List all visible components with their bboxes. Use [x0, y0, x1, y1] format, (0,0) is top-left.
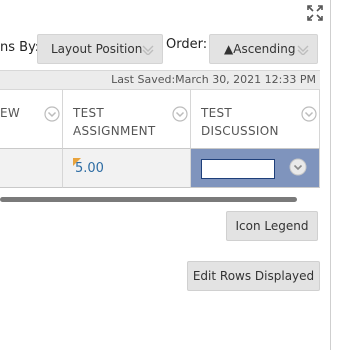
- grade-input[interactable]: [201, 159, 275, 179]
- column-menu-icon[interactable]: [301, 106, 317, 122]
- columns-by-select[interactable]: Layout Position: [37, 34, 163, 64]
- grade-cell-test-discussion[interactable]: [191, 148, 320, 188]
- grade-value: 5.00: [75, 161, 104, 176]
- icon-legend-button[interactable]: Icon Legend: [226, 211, 318, 241]
- column-header-test-discussion[interactable]: TEST DISCUSSION: [191, 90, 320, 148]
- column-header-test-assignment[interactable]: TEST ASSIGNMENT: [63, 90, 191, 148]
- chevron-down-icon: [142, 45, 154, 55]
- order-select[interactable]: ▲Ascending: [209, 34, 318, 64]
- columns-by-label: ns By:: [0, 40, 40, 55]
- expand-icon[interactable]: [306, 4, 324, 22]
- edit-rows-displayed-button[interactable]: Edit Rows Displayed: [187, 261, 320, 291]
- column-header-label: TEST ASSIGNMENT: [73, 106, 156, 138]
- last-saved-status: Last Saved:March 30, 2021 12:33 PM: [0, 70, 320, 90]
- column-header[interactable]: EW: [0, 90, 63, 148]
- order-value: ▲Ascending: [224, 42, 296, 56]
- order-label: Order:: [166, 37, 208, 52]
- column-menu-icon[interactable]: [172, 106, 188, 122]
- column-menu-icon[interactable]: [44, 106, 60, 122]
- cell-menu-icon[interactable]: [289, 158, 307, 176]
- columns-by-value: Layout Position: [51, 42, 143, 56]
- grade-cell[interactable]: [0, 148, 63, 188]
- right-panel-edge: [330, 0, 350, 350]
- column-header-label: TEST DISCUSSION: [201, 106, 279, 138]
- grade-cell-test-assignment[interactable]: 5.00: [63, 148, 191, 188]
- horizontal-scrollbar[interactable]: [0, 197, 297, 202]
- chevron-down-icon: [297, 45, 309, 55]
